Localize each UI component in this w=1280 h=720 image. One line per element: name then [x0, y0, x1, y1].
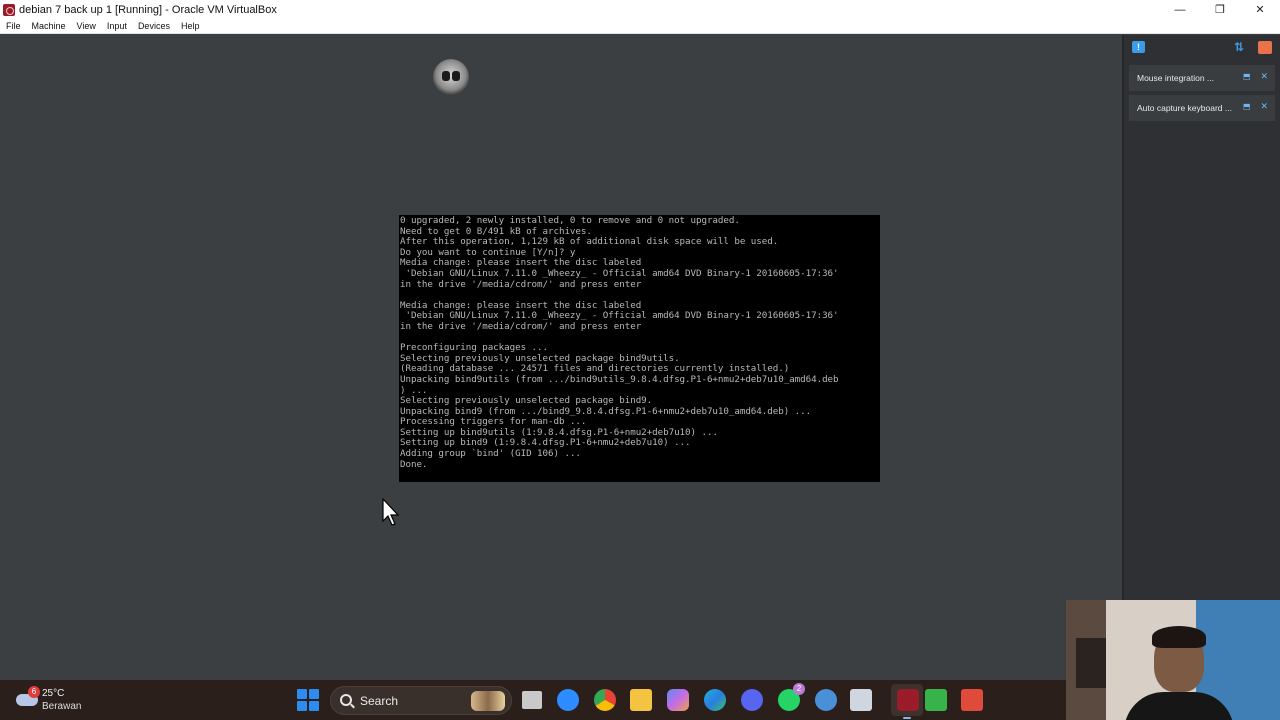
notification-side-panel: ! ⇅ Mouse integration ... ⬒ ✕ Auto captu… [1122, 35, 1280, 680]
window-controls: — ❐ ✕ [1160, 0, 1280, 19]
file-explorer-icon[interactable] [630, 689, 652, 711]
side-panel-toolbar: ! ⇅ [1124, 35, 1280, 61]
notification-icon[interactable]: ! [1132, 41, 1145, 53]
notification-mouse-integration[interactable]: Mouse integration ... ⬒ ✕ [1129, 65, 1275, 91]
pin-icon[interactable]: ⬒ [1243, 73, 1251, 81]
webcam-person-hair [1152, 626, 1206, 648]
search-label: Search [360, 694, 399, 708]
app-icon-blue[interactable] [815, 689, 837, 711]
close-icon[interactable]: ✕ [1260, 72, 1268, 81]
virtualbox-debian-icon [3, 3, 15, 16]
camtasia-green-icon[interactable] [925, 689, 947, 711]
console-line: Done. [400, 458, 428, 470]
windows-logo-tile [309, 701, 319, 711]
whatsapp-badge: 2 [793, 683, 805, 695]
chrome-icon[interactable] [594, 689, 616, 711]
menu-file[interactable]: File [0, 21, 26, 31]
menu-devices[interactable]: Devices [132, 21, 175, 31]
weather-badge: 6 [28, 686, 40, 698]
windows-logo-tile [309, 689, 319, 699]
menu-bar: File Machine View Input Devices Help [0, 19, 1280, 34]
windows-logo-tile [297, 701, 307, 711]
console-line: Adding group `bind' (GID 106) ... [400, 448, 581, 460]
vm-console[interactable]: 0 upgraded, 2 newly installed, 0 to remo… [399, 215, 880, 482]
menu-input[interactable]: Input [101, 21, 132, 31]
weather-temperature: 25°C [42, 688, 65, 699]
search-highlight-art [471, 691, 505, 711]
mouse-cursor-icon [382, 497, 400, 526]
weather-widget[interactable]: 6 25°C Berawan [14, 686, 94, 714]
menu-help[interactable]: Help [175, 21, 205, 31]
minimize-button[interactable]: — [1160, 0, 1200, 19]
clear-all-icon[interactable] [1258, 41, 1272, 54]
search-icon [340, 694, 352, 706]
console-line: in the drive '/media/cdrom/' and press e… [400, 320, 642, 332]
task-view-icon[interactable] [522, 691, 542, 709]
debian-vm-icon[interactable] [897, 689, 919, 711]
discord-icon[interactable] [741, 689, 763, 711]
edge-icon[interactable] [704, 689, 726, 711]
notification-text: Auto capture keyboard ... [1137, 103, 1232, 113]
menu-machine[interactable]: Machine [26, 21, 71, 31]
active-app-indicator [903, 717, 911, 719]
webcam-overlay [1066, 600, 1280, 720]
pin-icon[interactable]: ⬒ [1243, 103, 1251, 111]
console-line: Unpacking bind9utils (from .../bind9util… [400, 373, 839, 385]
copilot-icon[interactable] [667, 689, 689, 711]
notification-text: Mouse integration ... [1137, 73, 1215, 83]
close-icon[interactable]: ✕ [1260, 102, 1268, 111]
restore-button[interactable]: ❐ [1200, 0, 1240, 19]
vm-display-area[interactable]: 0 upgraded, 2 newly installed, 0 to remo… [0, 35, 1122, 680]
start-button[interactable] [297, 689, 319, 711]
window-titlebar[interactable]: debian 7 back up 1 [Running] - Oracle VM… [0, 0, 1280, 19]
close-button[interactable]: ✕ [1240, 0, 1280, 19]
notification-auto-capture-keyboard[interactable]: Auto capture keyboard ... ⬒ ✕ [1129, 95, 1275, 121]
owl-logo-icon [433, 59, 469, 95]
webcam-background-shelf [1076, 638, 1106, 688]
virtualbox-icon[interactable] [850, 689, 872, 711]
menu-view[interactable]: View [71, 21, 101, 31]
console-line: in the drive '/media/cdrom/' and press e… [400, 278, 642, 290]
whatsapp-icon[interactable]: 2 [778, 683, 805, 711]
windows-logo-tile [297, 689, 307, 699]
sort-icon[interactable]: ⇅ [1234, 41, 1246, 54]
zoom-icon[interactable] [557, 689, 579, 711]
console-line: 0 upgraded, 2 newly installed, 0 to remo… [400, 215, 740, 226]
camtasia-red-icon[interactable] [961, 689, 983, 711]
taskbar-search-box[interactable]: Search [330, 686, 512, 715]
console-line: 'Debian GNU/Linux 7.11.0 _Wheezy_ - Offi… [400, 267, 839, 279]
window-title: debian 7 back up 1 [Running] - Oracle VM… [19, 3, 277, 16]
weather-description: Berawan [42, 701, 82, 712]
